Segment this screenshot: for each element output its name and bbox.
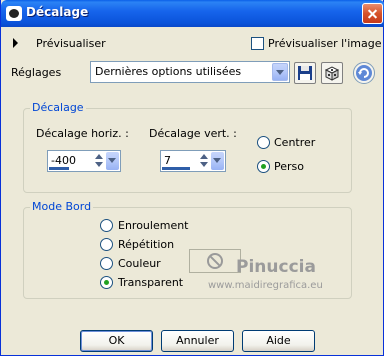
horiz-spin-buttons[interactable] [93,152,119,170]
app-icon [6,6,22,21]
window-title: Décalage [26,5,89,19]
radio-center-label[interactable]: Centrer [274,136,315,149]
radio-color-label[interactable]: Couleur [118,257,161,270]
cancel-button[interactable]: Annuler [161,330,234,352]
settings-selected: Dernières options utilisées [95,65,242,78]
watermark-name: Pinuccia [236,257,316,277]
dialog-window: Décalage Prévisualiser Prévisualiser l'i… [0,0,384,356]
help-button[interactable]: Aide [242,330,315,352]
disabled-icon [207,253,223,269]
preview-image-checkbox[interactable] [251,37,264,50]
preview-image-label[interactable]: Prévisualiser l'image [268,37,381,50]
random-button[interactable] [321,62,343,84]
vert-offset-value[interactable]: 7 [164,154,171,167]
floppy-disk-icon [298,66,312,80]
close-button[interactable] [362,3,383,24]
save-preset-button[interactable] [294,62,316,84]
preview-row: Prévisualiser Prévisualiser l'image [1,34,384,54]
up-down-arrows-icon[interactable] [198,152,210,170]
ok-button[interactable]: OK [80,330,153,352]
chevron-down-icon[interactable] [106,152,119,170]
radio-wrap[interactable] [100,219,113,232]
settings-label: Réglages [11,66,62,79]
chevron-down-icon[interactable] [211,152,224,170]
horiz-offset-bar [49,167,69,170]
radio-wrap-label[interactable]: Enroulement [118,219,189,232]
radio-custom-label[interactable]: Perso [274,160,304,173]
radio-transparent-label[interactable]: Transparent [118,276,183,289]
vert-spin-buttons[interactable] [198,152,224,170]
settings-dropdown[interactable]: Dernières options utilisées [90,61,290,83]
radio-center[interactable] [257,136,270,149]
horiz-offset-spinner[interactable]: -400 [47,150,121,172]
preview-label[interactable]: Prévisualiser [36,37,106,50]
expand-arrow-icon[interactable] [13,38,18,48]
edge-mode-group-title: Mode Bord [30,200,94,213]
radio-repeat-label[interactable]: Répétition [118,238,174,251]
radio-custom[interactable] [257,160,270,173]
dice-icon [324,66,340,81]
reset-button[interactable] [353,62,375,84]
radio-transparent[interactable] [100,276,113,289]
color-swatch[interactable] [189,249,241,273]
vert-offset-bar [162,167,190,170]
horiz-offset-value[interactable]: -400 [51,154,76,167]
vert-offset-spinner[interactable]: 7 [160,150,226,172]
reset-arrow-icon [356,65,372,81]
title-bar[interactable]: Décalage [1,0,384,27]
offset-group-title: Décalage [30,101,86,114]
radio-repeat[interactable] [100,238,113,251]
watermark-url: www.maidiregrafica.eu [208,280,323,291]
horiz-offset-label: Décalage horiz. : [36,127,129,140]
vert-offset-label: Décalage vert. : [149,127,237,140]
radio-color[interactable] [100,257,113,270]
chevron-down-icon[interactable] [272,63,288,81]
up-down-arrows-icon[interactable] [93,152,105,170]
